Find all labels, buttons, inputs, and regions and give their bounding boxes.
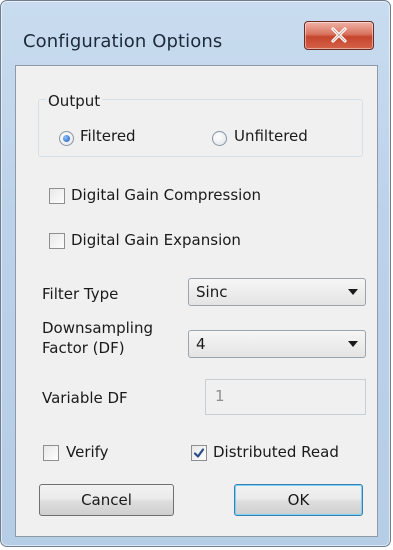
ok-button[interactable]: OK <box>234 484 363 516</box>
output-group-label: Output <box>46 92 103 110</box>
downsampling-select[interactable]: 4 <box>188 330 366 358</box>
checkmark-icon <box>193 448 205 458</box>
filter-type-value: Sinc <box>196 283 228 301</box>
distributed-read-checkbox[interactable] <box>191 445 207 461</box>
chevron-down-icon <box>348 289 358 295</box>
gain-compression-checkbox[interactable] <box>49 188 65 204</box>
gain-expansion-label[interactable]: Digital Gain Expansion <box>71 231 241 249</box>
filter-type-label: Filter Type <box>42 285 119 303</box>
chevron-down-icon <box>348 341 358 347</box>
unfiltered-radio[interactable] <box>212 131 227 146</box>
cancel-button[interactable]: Cancel <box>39 484 174 516</box>
radio-selected-dot <box>63 135 70 142</box>
verify-checkbox[interactable] <box>43 445 59 461</box>
close-button[interactable] <box>304 21 374 50</box>
variable-df-value: 1 <box>215 387 225 405</box>
unfiltered-label[interactable]: Unfiltered <box>234 127 308 145</box>
downsampling-value: 4 <box>196 335 206 353</box>
close-icon <box>331 27 347 43</box>
downsampling-label-line1: Downsampling <box>42 319 154 337</box>
variable-df-label: Variable DF <box>42 389 128 407</box>
verify-label[interactable]: Verify <box>66 443 109 461</box>
filtered-label[interactable]: Filtered <box>80 127 136 145</box>
gain-expansion-checkbox[interactable] <box>49 233 65 249</box>
filter-type-select[interactable]: Sinc <box>188 278 366 306</box>
filtered-radio[interactable] <box>59 131 74 146</box>
downsampling-label-line2: Factor (DF) <box>42 339 125 357</box>
window-title: Configuration Options <box>23 31 223 52</box>
distributed-read-label[interactable]: Distributed Read <box>213 443 339 461</box>
dialog-window: Configuration Options Output Filtered Un… <box>0 0 391 547</box>
variable-df-input[interactable]: 1 <box>205 379 366 415</box>
dialog-client-area: Output Filtered Unfiltered Digital Gain … <box>15 65 378 537</box>
gain-compression-label[interactable]: Digital Gain Compression <box>71 186 261 204</box>
